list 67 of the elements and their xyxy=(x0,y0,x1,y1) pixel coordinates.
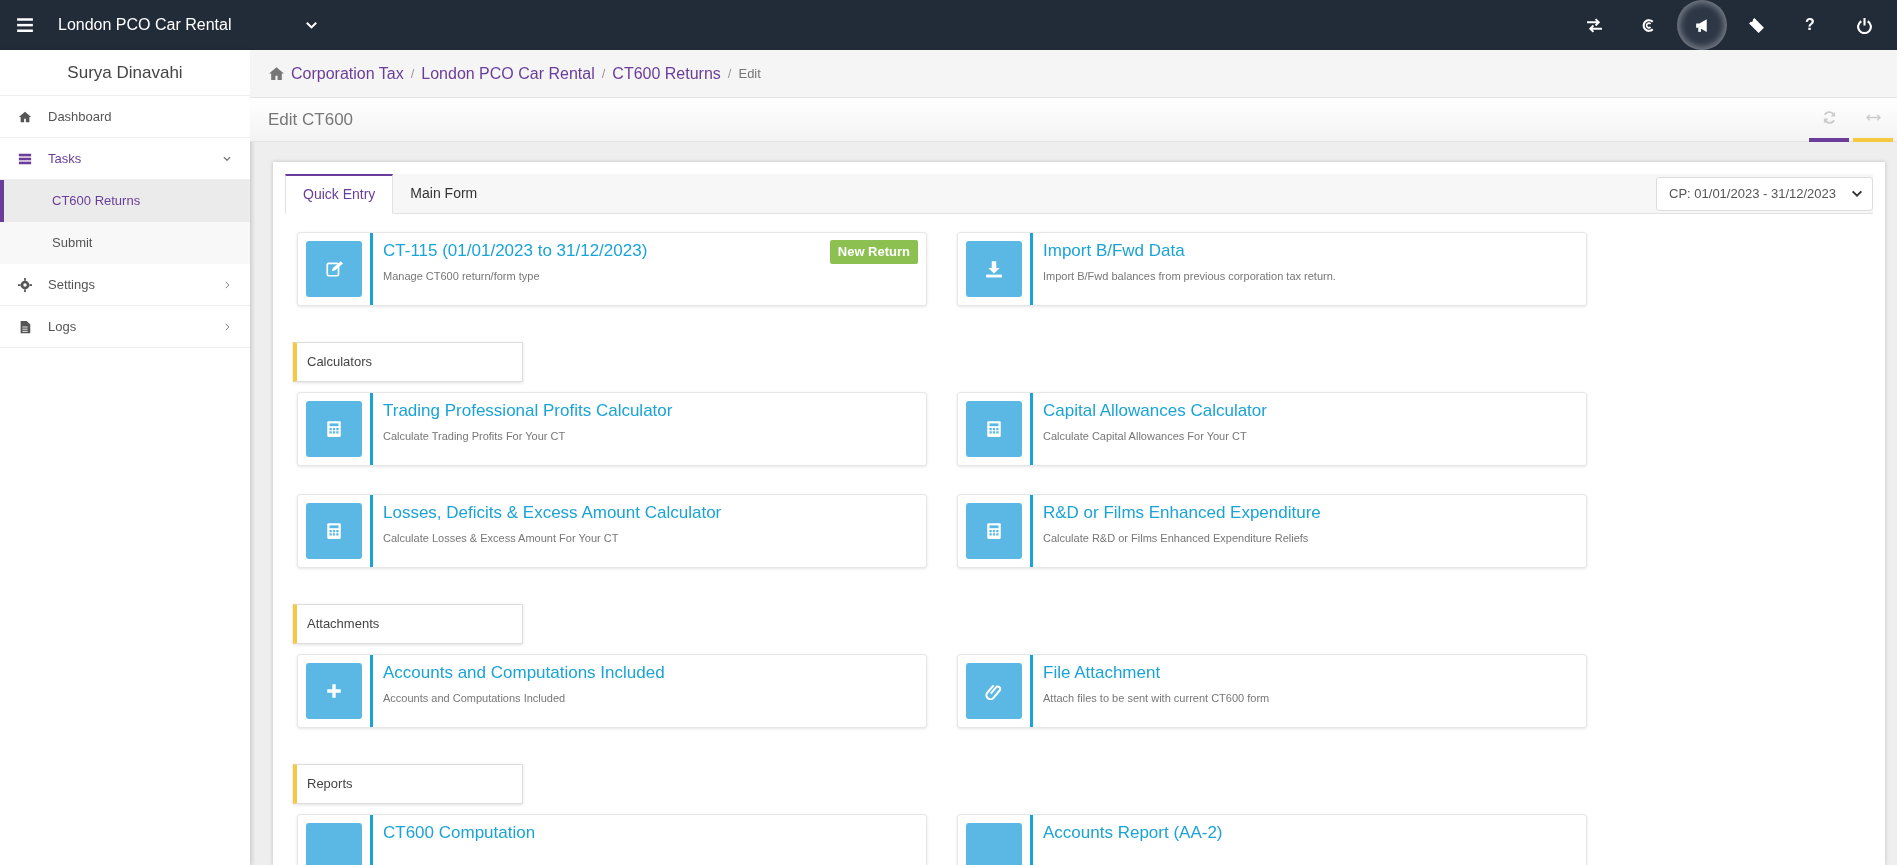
action-tile[interactable]: Accounts and Computations Included Accounts and Computations Included xyxy=(297,654,927,728)
breadcrumb-link[interactable]: London PCO Car Rental xyxy=(421,61,595,86)
tile-description: Calculate Losses & Excess Amount For Your CT xyxy=(383,531,620,547)
tab[interactable]: Main Form xyxy=(393,173,495,213)
home-icon xyxy=(268,65,285,82)
tile-description: Calculate Trading Profits For Your CT xyxy=(383,429,567,445)
page-title: Edit CT600 xyxy=(268,108,354,131)
action-tile[interactable]: R&D or Films Enhanced Expenditure Calculate R&D or Films Enhanced Expenditure Reliefs xyxy=(957,494,1587,568)
company-name: London PCO Car Rental xyxy=(58,15,232,35)
breadcrumb-link[interactable]: CT600 Returns xyxy=(612,61,721,86)
sidebar-subitem[interactable]: Submit xyxy=(0,222,250,264)
home-icon xyxy=(18,109,32,124)
tile-description: Import B/Fwd balances from previous corporation tax return. xyxy=(1043,269,1337,285)
action-tile[interactable]: Trading Professional Profits Calculator Calculate Trading Profits For Your CT xyxy=(297,392,927,466)
tile-title: Trading Professional Profits Calculator xyxy=(383,400,673,422)
sidebar-subitem[interactable]: CT600 Returns xyxy=(0,180,250,222)
action-tile[interactable]: CT-115 (01/01/2023 to 31/12/2023) Manage CT600 return/form type New Return xyxy=(297,232,927,306)
tile-description: Calculate R&D or Films Enhanced Expenditure Reliefs xyxy=(1043,531,1310,547)
tile-title: R&D or Films Enhanced Expenditure xyxy=(1043,502,1321,524)
paperclip-icon xyxy=(985,682,1003,700)
section-heading: Attachments xyxy=(293,604,523,644)
action-tile[interactable]: Losses, Deficits & Excess Amount Calculator Calculate Losses & Excess Amount For Your CT xyxy=(297,494,927,568)
tile-title: Capital Allowances Calculator xyxy=(1043,400,1267,422)
download-icon xyxy=(985,260,1003,278)
breadcrumb-link[interactable]: Corporation Tax xyxy=(291,61,404,86)
list-icon xyxy=(18,151,32,166)
plus-icon xyxy=(325,682,343,700)
status-badge: New Return xyxy=(829,240,918,264)
tile-description: Attach files to be sent with current CT600 form xyxy=(1043,691,1271,707)
document-icon xyxy=(18,319,32,334)
tile-title: Losses, Deficits & Excess Amount Calculator xyxy=(383,502,722,524)
help-button[interactable]: ? xyxy=(1785,0,1835,50)
menu-icon xyxy=(16,16,34,34)
tile-description: Calculate Capital Allowances For Your CT xyxy=(1043,429,1248,445)
refresh-icon xyxy=(1821,110,1837,125)
section-heading: Calculators xyxy=(293,342,523,382)
tile-title: Import B/Fwd Data xyxy=(1043,240,1185,262)
breadcrumb-separator: / xyxy=(727,64,732,83)
edit-icon xyxy=(325,260,343,278)
breadcrumb-separator: / xyxy=(410,64,415,83)
sidebar-item[interactable]: Logs xyxy=(0,306,250,348)
action-tile[interactable]: Import B/Fwd Data Import B/Fwd balances from previous corporation tax return. xyxy=(957,232,1587,306)
tile-title: File Attachment xyxy=(1043,662,1161,684)
tile-description: Manage CT600 return/form type xyxy=(383,269,541,285)
action-tile[interactable]: Capital Allowances Calculator Calculate Capital Allowances For Your CT xyxy=(957,392,1587,466)
breadcrumb-current: Edit xyxy=(738,64,761,83)
announcement-button[interactable] xyxy=(1677,0,1727,50)
period-select[interactable]: CP: 01/01/2023 - 31/12/2023 xyxy=(1656,176,1873,211)
section-heading: Reports xyxy=(293,764,523,804)
breadcrumb-separator: / xyxy=(601,64,606,83)
calculator-icon xyxy=(325,522,343,540)
tile-title: Accounts and Computations Included xyxy=(383,662,665,684)
calculator-icon xyxy=(985,522,1003,540)
calculator-icon xyxy=(325,420,343,438)
power-icon xyxy=(1855,16,1873,34)
tile-icon-box xyxy=(966,823,1022,865)
tile-title: CT600 Computation xyxy=(383,822,536,844)
action-tile[interactable]: File Attachment Attach files to be sent with current CT600 form xyxy=(957,654,1587,728)
tile-icon-box xyxy=(306,823,362,865)
arrows-icon xyxy=(1585,16,1603,34)
tile-title: CT-115 (01/01/2023 to 31/12/2023) xyxy=(383,240,648,262)
tab[interactable]: Quick Entry xyxy=(285,174,394,214)
tile-title: Accounts Report (AA-2) xyxy=(1043,822,1223,844)
ticket-icon xyxy=(1747,16,1765,34)
sidebar-item[interactable]: Settings xyxy=(0,264,250,306)
tile-description: Accounts and Computations Included xyxy=(383,691,567,707)
calculator-icon xyxy=(985,420,1003,438)
